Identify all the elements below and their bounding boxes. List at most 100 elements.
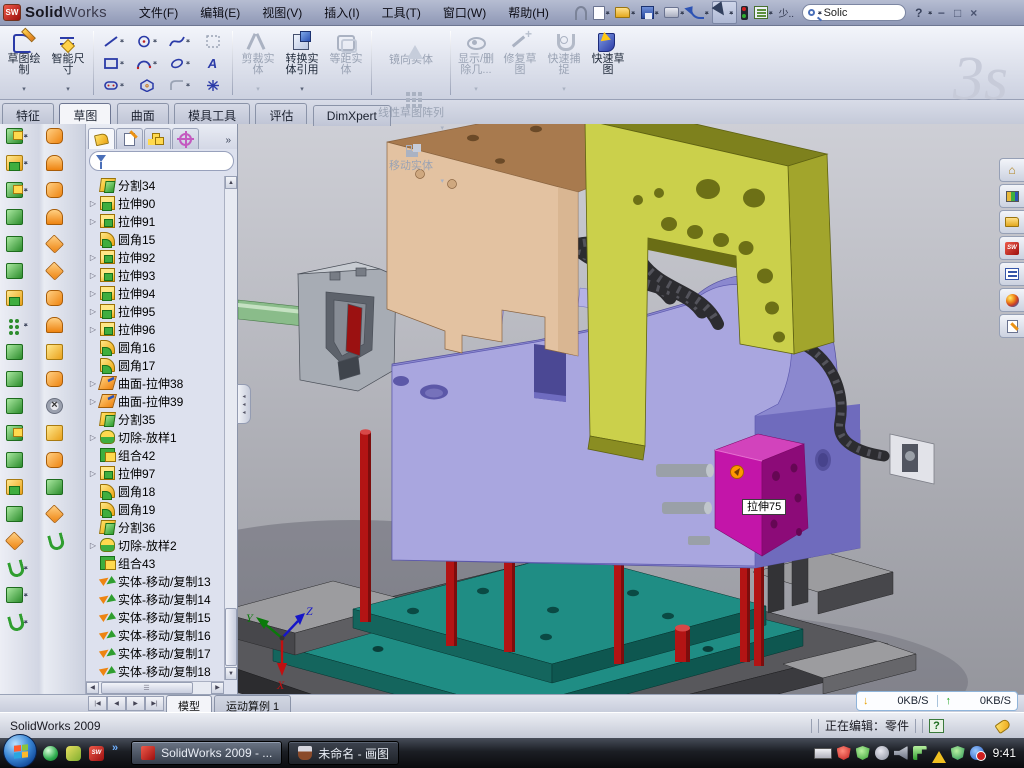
feature-tool-button[interactable]: ▾ bbox=[46, 370, 68, 388]
menu-item[interactable]: 工具(T) bbox=[372, 0, 431, 25]
command-button[interactable]: 快速草 图 ▾ bbox=[586, 29, 630, 97]
tab-nav-button[interactable]: ▶ bbox=[126, 696, 145, 711]
feature-tree-item[interactable]: ▷ 圆角18 bbox=[88, 482, 223, 500]
feature-tool-button[interactable]: ▾ bbox=[46, 505, 68, 523]
feature-tool-button[interactable]: ▾ bbox=[6, 424, 28, 442]
clamp-block-part[interactable] bbox=[298, 262, 396, 391]
feature-tool-button[interactable]: ▾ bbox=[46, 316, 68, 334]
feature-tree-item[interactable]: ▷ 圆角15 bbox=[88, 230, 223, 248]
rebuild-button[interactable] bbox=[739, 5, 750, 21]
feature-tool-button[interactable]: ▾ bbox=[6, 532, 28, 550]
taskbar-clock[interactable]: 9:41 bbox=[993, 746, 1016, 760]
feature-tree-item[interactable]: ▷ 圆角17 bbox=[88, 356, 223, 374]
taskbar-window-button[interactable]: SolidWorks 2009 - ... bbox=[131, 741, 282, 765]
status-help-button[interactable]: ? bbox=[929, 719, 944, 733]
feature-manager-tab[interactable] bbox=[88, 128, 115, 149]
property-manager-tab[interactable] bbox=[116, 128, 143, 149]
expand-arrow-icon[interactable]: ▷ bbox=[89, 433, 97, 442]
feature-tool-button[interactable]: ▾ bbox=[6, 478, 28, 496]
menu-item[interactable]: 编辑(E) bbox=[190, 0, 250, 25]
command-tab[interactable]: 草图 bbox=[59, 103, 111, 124]
feature-tree-item[interactable]: ▷ 分割34 bbox=[88, 176, 223, 194]
tab-nav-button[interactable]: ◀ bbox=[107, 696, 126, 711]
menu-item[interactable]: 帮助(H) bbox=[498, 0, 559, 25]
expand-arrow-icon[interactable]: ▷ bbox=[89, 469, 97, 478]
feature-tool-button[interactable]: ▾ bbox=[6, 613, 28, 631]
selection-box-tool[interactable] bbox=[196, 35, 229, 48]
antivirus-icon[interactable] bbox=[856, 746, 870, 760]
warning-icon[interactable] bbox=[932, 744, 946, 763]
tree-vertical-scrollbar[interactable]: ▲ ▼ bbox=[224, 176, 237, 680]
tab-nav-button[interactable]: |◀ bbox=[88, 696, 107, 711]
feature-tree-item[interactable]: ▷ 拉伸91 bbox=[88, 212, 223, 230]
search-dropdown-icon[interactable]: ▾ bbox=[818, 9, 822, 17]
expand-arrow-icon[interactable]: ▷ bbox=[89, 199, 97, 208]
toolbar-overflow-label[interactable]: 少.. bbox=[779, 5, 795, 20]
rectangle-tool[interactable]: ▾ bbox=[97, 57, 130, 70]
volume-icon[interactable] bbox=[894, 746, 908, 760]
help-dropdown-icon[interactable]: ▾ bbox=[928, 9, 932, 17]
feature-tool-button[interactable]: ▾ bbox=[6, 397, 28, 415]
slot-tool[interactable]: ▾ bbox=[97, 79, 130, 92]
ellipse-tool[interactable]: ▾ bbox=[163, 57, 196, 70]
feature-tool-button[interactable]: ▾ bbox=[46, 478, 68, 496]
feature-tool-button[interactable]: ▾ bbox=[6, 505, 28, 523]
tab-nav-button[interactable]: ▶| bbox=[145, 696, 164, 711]
expand-arrow-icon[interactable]: ▷ bbox=[89, 253, 97, 262]
feature-tree-item[interactable]: ▷ 拉伸95 bbox=[88, 302, 223, 320]
new-document-button[interactable]: ▾ bbox=[591, 5, 612, 21]
expand-arrow-icon[interactable]: ▷ bbox=[89, 289, 97, 298]
feature-tool-button[interactable]: ▾ bbox=[46, 154, 68, 172]
feature-tool-button[interactable]: ▾ bbox=[46, 235, 68, 253]
spline-tool[interactable]: ▾ bbox=[163, 35, 196, 48]
command-tab[interactable]: 评估 bbox=[255, 103, 307, 124]
feature-tree-item[interactable]: ▷ 切除-放样2 bbox=[88, 536, 223, 554]
file-explorer-button[interactable] bbox=[999, 210, 1024, 234]
command-button[interactable]: 快速捕 捉 ▾ bbox=[542, 29, 586, 97]
command-button[interactable]: 草图绘 制 ▾ bbox=[2, 29, 46, 97]
feature-tree-item[interactable]: ▷ 实体-移动/复制13 bbox=[88, 572, 223, 590]
messenger-icon[interactable] bbox=[43, 746, 58, 761]
update-badge-icon[interactable] bbox=[875, 746, 889, 760]
feature-tool-button[interactable]: ▾ bbox=[6, 235, 28, 253]
line-tool[interactable]: ▾ bbox=[97, 35, 130, 48]
feature-tool-button[interactable]: ▾ bbox=[6, 370, 28, 388]
feature-tool-button[interactable]: ▾ bbox=[6, 586, 28, 604]
feature-tree-item[interactable]: ▷ 拉伸97 bbox=[88, 464, 223, 482]
restore-button[interactable]: □ bbox=[954, 6, 961, 20]
menu-item[interactable]: 视图(V) bbox=[252, 0, 312, 25]
tree-horizontal-scrollbar[interactable]: ◀ ☰ ▶ bbox=[86, 681, 224, 694]
dimxpert-manager-tab[interactable] bbox=[172, 128, 199, 149]
feature-tree-item[interactable]: ▷ 组合43 bbox=[88, 554, 223, 572]
solidworks-shortcut-icon[interactable]: SW bbox=[89, 746, 104, 761]
feature-tool-button[interactable]: ▾ bbox=[6, 343, 28, 361]
feature-tree-item[interactable]: ▷ 切除-放样1 bbox=[88, 428, 223, 446]
feature-tree-item[interactable]: ▷ 实体-移动/复制14 bbox=[88, 590, 223, 608]
design-library-button[interactable] bbox=[999, 184, 1024, 208]
document-tab[interactable]: 模型 bbox=[166, 695, 212, 712]
scroll-left-icon[interactable]: ◀ bbox=[86, 682, 99, 694]
command-button[interactable]: 智能尺 寸 ▾ bbox=[46, 29, 90, 97]
feature-tool-button[interactable]: ▾ bbox=[46, 181, 68, 199]
sketch-text-tool[interactable]: A bbox=[196, 56, 229, 71]
help-button[interactable]: ? bbox=[915, 6, 922, 20]
appearances-button[interactable] bbox=[999, 288, 1024, 312]
command-tab[interactable]: 曲面 bbox=[117, 103, 169, 124]
expand-arrow-icon[interactable]: ▷ bbox=[89, 217, 97, 226]
expand-arrow-icon[interactable]: ▷ bbox=[89, 307, 97, 316]
feature-tool-button[interactable]: ▾ bbox=[6, 316, 28, 334]
start-button[interactable] bbox=[3, 734, 37, 768]
feature-tool-button[interactable]: ▾ bbox=[6, 262, 28, 280]
expand-arrow-icon[interactable]: ▷ bbox=[89, 379, 97, 388]
expand-arrow-icon[interactable]: ▷ bbox=[89, 397, 97, 406]
feature-tool-button[interactable]: ▾ bbox=[6, 559, 28, 577]
expand-arrow-icon[interactable]: ▷ bbox=[89, 325, 97, 334]
graphics-viewport[interactable]: Y Z X ▾ ▾ ▾ ▾ ▾ ─ ❐ bbox=[238, 104, 1024, 694]
command-tab[interactable]: 模具工具 bbox=[174, 103, 250, 124]
keyboard-layout-icon[interactable] bbox=[814, 748, 832, 759]
feature-tool-button[interactable]: ▾ bbox=[46, 127, 68, 145]
feature-tool-button[interactable]: ▾ bbox=[46, 343, 68, 361]
taskbar-window-button[interactable]: 未命名 - 画图 bbox=[288, 741, 399, 765]
feature-tool-button[interactable]: ▾ bbox=[46, 208, 68, 226]
undo-button[interactable]: ▾ bbox=[688, 6, 711, 20]
